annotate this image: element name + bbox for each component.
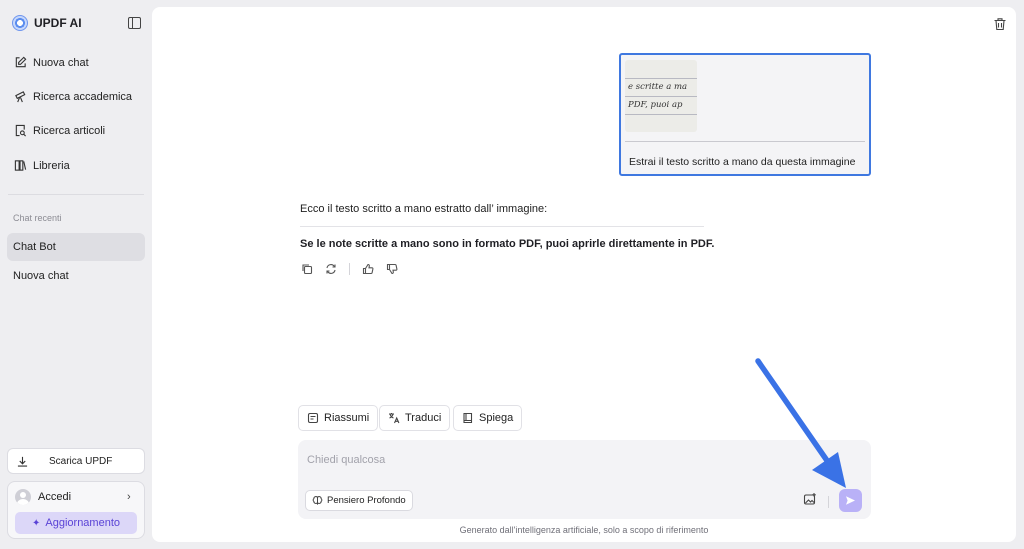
attached-image-thumbnail[interactable]: e scritte a ma PDF, puoi ap	[625, 60, 697, 132]
user-message-text: Estrai il testo scritto a mano da questa…	[629, 156, 856, 168]
telescope-icon	[15, 91, 26, 103]
sidebar: UPDF AI Nuova chat Ricerca accademica Ri…	[0, 0, 152, 549]
message-divider	[625, 141, 865, 142]
trash-icon[interactable]	[993, 17, 1007, 31]
translate-icon	[389, 413, 400, 424]
brain-icon	[312, 496, 323, 505]
paper-rule	[625, 96, 697, 97]
doc-search-icon	[15, 124, 27, 137]
nav-item-label: Ricerca accademica	[33, 90, 133, 103]
avatar	[15, 489, 31, 505]
recent-chats-label: Chat recenti	[13, 213, 62, 223]
input-divider	[828, 496, 829, 508]
upgrade-label: Aggiornamento	[45, 517, 120, 529]
message-actions	[301, 263, 398, 275]
upgrade-button[interactable]: ✦ Aggiornamento	[15, 512, 137, 534]
nav-item-article-search[interactable]: Ricerca articoli	[14, 124, 105, 137]
send-icon	[846, 496, 855, 505]
handwriting-line: PDF, puoi ap	[628, 100, 683, 110]
nav-item-library[interactable]: Libreria	[14, 159, 70, 172]
nav-item-label: Nuova chat	[33, 56, 89, 69]
download-updf-button[interactable]: Scarica UPDF	[7, 448, 145, 474]
explain-chip[interactable]: Spiega	[453, 405, 523, 431]
chip-label: Riassumi	[324, 412, 370, 424]
chat-input[interactable]	[307, 450, 807, 470]
chip-label: Spiega	[479, 412, 514, 424]
deep-think-button[interactable]: Pensiero Profondo	[305, 490, 413, 511]
send-button[interactable]	[839, 489, 862, 512]
summarize-chip[interactable]: Riassumi	[298, 405, 379, 431]
thumbs-down-icon[interactable]	[386, 263, 398, 275]
recent-chat-item[interactable]: Chat Bot	[7, 233, 145, 261]
sidebar-divider	[8, 194, 144, 195]
bot-message-divider	[300, 226, 704, 227]
chip-label: Traduci	[405, 412, 442, 424]
download-icon	[17, 456, 28, 467]
chat-input-box: Pensiero Profondo	[298, 440, 871, 519]
bot-message-intro: Ecco il testo scritto a mano estratto da…	[300, 203, 548, 215]
app-name: UPDF AI	[34, 16, 82, 30]
edit-icon	[15, 56, 27, 68]
image-upload-icon[interactable]	[803, 492, 817, 506]
recent-chat-item[interactable]: Nuova chat	[7, 262, 145, 290]
library-icon	[14, 160, 27, 171]
login-link[interactable]: Accedi	[38, 491, 71, 503]
ai-disclaimer: Generato dall'intelligenza artificiale, …	[459, 525, 709, 535]
nav-item-academic-search[interactable]: Ricerca accademica	[14, 90, 132, 103]
nav-item-label: Libreria	[33, 159, 70, 172]
paper-rule	[625, 114, 697, 115]
sidebar-collapse-icon[interactable]	[128, 17, 141, 29]
thumbs-up-icon[interactable]	[362, 263, 374, 275]
summary-icon	[307, 412, 319, 424]
copy-icon[interactable]	[301, 263, 313, 275]
chat-panel: e scritte a ma PDF, puoi ap Estrai il te…	[152, 7, 1016, 542]
deep-think-label: Pensiero Profondo	[327, 495, 406, 506]
book-icon	[463, 412, 473, 424]
paper-rule	[625, 78, 697, 79]
nav-item-label: Ricerca articoli	[33, 124, 106, 137]
regenerate-icon[interactable]	[325, 263, 337, 275]
bot-message-answer: Se le note scritte a mano sono in format…	[300, 238, 715, 250]
user-message: e scritte a ma PDF, puoi ap Estrai il te…	[619, 53, 871, 176]
actions-divider	[349, 263, 350, 275]
download-label: Scarica UPDF	[49, 456, 113, 467]
chevron-right-icon[interactable]: ›	[127, 491, 131, 503]
account-panel: Accedi › ✦ Aggiornamento	[7, 481, 145, 539]
translate-chip[interactable]: Traduci	[379, 405, 451, 431]
nav-item-new-chat[interactable]: Nuova chat	[14, 56, 89, 69]
sparkle-icon: ✦	[32, 517, 41, 529]
brand: UPDF AI	[12, 15, 82, 31]
updf-logo-icon	[12, 15, 28, 31]
handwriting-line: e scritte a ma	[628, 82, 688, 92]
